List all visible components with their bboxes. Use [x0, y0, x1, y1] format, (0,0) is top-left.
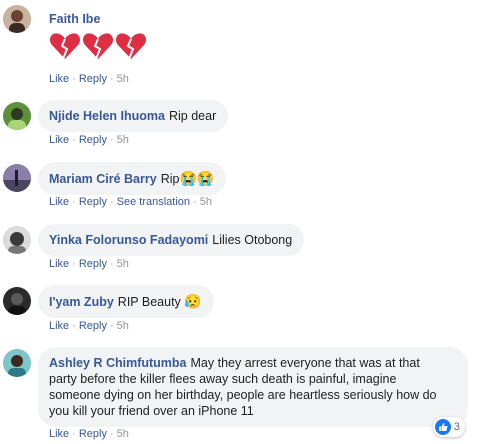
comment-author[interactable]: Mariam Ciré Barry — [49, 172, 157, 186]
avatar[interactable] — [3, 226, 31, 254]
reaction-count-badge[interactable]: 3 — [432, 417, 465, 437]
avatar[interactable] — [3, 102, 31, 130]
broken-heart-icon — [115, 33, 147, 60]
comment-actions: Like · Reply · 5h — [49, 258, 129, 270]
reply-link[interactable]: Reply — [79, 258, 107, 270]
sad-face-icon: 😥 — [184, 293, 202, 309]
comment-text-line: someone dying on her birthday, people ar… — [49, 388, 437, 402]
comment-text-line: May they arrest everyone that was at tha… — [190, 356, 420, 370]
comment-time[interactable]: 5h — [117, 258, 129, 270]
comment-text: Rip — [160, 172, 180, 186]
comment-time[interactable]: 5h — [117, 73, 129, 85]
reply-link[interactable]: Reply — [79, 428, 107, 440]
comment-actions: Like · Reply · See translation · 5h — [49, 196, 212, 208]
comment-author[interactable]: Ashley R Chimfutumba — [49, 356, 187, 370]
comment-text: RIP Beauty — [117, 295, 181, 309]
comment-actions: Like · Reply · 5h — [49, 428, 129, 440]
like-link[interactable]: Like — [49, 258, 69, 270]
crying-face-icon: 😭😭 — [179, 170, 215, 186]
like-link[interactable]: Like — [49, 73, 69, 85]
reply-link[interactable]: Reply — [79, 134, 107, 146]
avatar[interactable] — [3, 5, 31, 33]
broken-hearts — [49, 31, 147, 61]
comment-actions: Like · Reply · 5h — [49, 73, 129, 85]
broken-heart-icon — [82, 33, 114, 60]
reaction-count: 3 — [453, 421, 460, 433]
comment-author[interactable]: Njide Helen Ihuoma — [49, 109, 165, 123]
comment-actions: Like · Reply · 5h — [49, 134, 129, 146]
comment-text-line: party before the killer flees away such … — [49, 372, 397, 386]
avatar[interactable] — [3, 287, 31, 315]
avatar[interactable] — [3, 164, 31, 192]
comment-text: Rip dear — [169, 109, 217, 123]
comment-bubble: I'yam Zuby RIP Beauty 😥 — [38, 285, 214, 318]
comment-author[interactable]: Yinka Folorunso Fadayomi — [49, 233, 208, 247]
reply-link[interactable]: Reply — [79, 196, 107, 208]
like-link[interactable]: Like — [49, 196, 69, 208]
see-translation-link[interactable]: See translation — [117, 196, 190, 208]
comment-time[interactable]: 5h — [117, 428, 129, 440]
avatar[interactable] — [3, 349, 31, 377]
comment-time[interactable]: 5h — [117, 320, 129, 332]
reply-link[interactable]: Reply — [79, 73, 107, 85]
like-link[interactable]: Like — [49, 134, 69, 146]
comment-bubble: Yinka Folorunso Fadayomi Lilies Otobong — [38, 224, 305, 256]
reply-link[interactable]: Reply — [79, 320, 107, 332]
comment-text: Lilies Otobong — [212, 233, 293, 247]
like-icon — [434, 419, 451, 435]
like-link[interactable]: Like — [49, 428, 69, 440]
comment-time[interactable]: 5h — [200, 196, 212, 208]
comment-actions: Like · Reply · 5h — [49, 320, 129, 332]
comment-author[interactable]: I'yam Zuby — [49, 295, 114, 309]
comment-author[interactable]: Faith Ibe — [49, 12, 100, 26]
comment-time[interactable]: 5h — [117, 134, 129, 146]
like-link[interactable]: Like — [49, 320, 69, 332]
comment-bubble: Mariam Ciré Barry Rip😭😭 — [38, 162, 227, 195]
broken-heart-icon — [49, 33, 81, 60]
comment-bubble: Ashley R Chimfutumba May they arrest ever… — [38, 347, 468, 427]
comment-bubble: Njide Helen Ihuoma Rip dear — [38, 100, 229, 132]
comment-text-line: you kill your friend over an iPhone 11 — [49, 404, 254, 418]
